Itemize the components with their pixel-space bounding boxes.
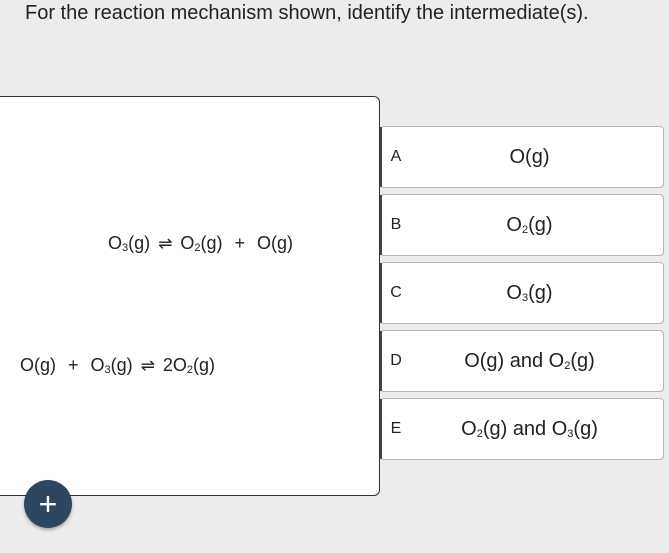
plus-sign: + (68, 355, 79, 375)
equilibrium-arrow-icon: ⇌ (140, 356, 155, 375)
choice-letter: C (380, 263, 410, 323)
species: O2(g) (180, 233, 223, 254)
species: O3(g) (108, 233, 151, 254)
species: O(g) (257, 233, 294, 253)
choice-a[interactable]: A O(g) (380, 126, 664, 188)
add-button[interactable]: + (24, 480, 72, 528)
species: O(g) (20, 355, 56, 375)
choice-letter: A (380, 127, 410, 187)
question-text: For the reaction mechanism shown, identi… (25, 2, 589, 24)
choice-letter: B (380, 195, 410, 255)
mechanism-step-2: O(g) + O3(g) ⇌ 2O2(g) (20, 355, 215, 376)
choice-text: O2(g) (506, 213, 553, 236)
choice-letter: D (380, 331, 410, 391)
choice-text: O2(g) and O3(g) (461, 417, 598, 440)
equilibrium-arrow-icon: ⇌ (158, 234, 173, 253)
choice-text: O(g) (509, 145, 550, 168)
plus-icon: + (38, 486, 58, 522)
species: 2O2(g) (162, 355, 216, 376)
choice-d[interactable]: D O(g) and O2(g) (380, 330, 664, 392)
choice-e[interactable]: E O2(g) and O3(g) (380, 398, 664, 460)
plus-sign: + (234, 233, 246, 253)
mechanism-canvas: O3(g) ⇌ O2(g) + O(g) O(g) + O3(g) ⇌ 2O2(g) (0, 107, 370, 485)
choice-text: O3(g) (506, 281, 553, 304)
species: O3(g) (90, 355, 133, 376)
choice-b[interactable]: B O2(g) (380, 194, 664, 256)
choice-letter: E (380, 399, 410, 459)
mechanism-step-1: O3(g) ⇌ O2(g) + O(g) (108, 233, 293, 254)
choice-c[interactable]: C O3(g) (380, 262, 664, 324)
choice-text: O(g) and O2(g) (464, 349, 595, 372)
mechanism-panel: O3(g) ⇌ O2(g) + O(g) O(g) + O3(g) ⇌ 2O2(g) (0, 96, 380, 496)
